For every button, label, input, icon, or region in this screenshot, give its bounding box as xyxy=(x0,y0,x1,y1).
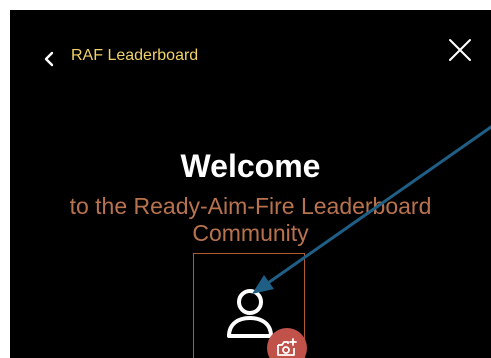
close-button[interactable] xyxy=(447,37,473,63)
welcome-panel: RAF Leaderboard Welcome to the Ready-Aim… xyxy=(10,10,491,358)
welcome-subtitle: to the Ready-Aim-Fire Leaderboard Commun… xyxy=(69,193,432,246)
header-title: RAF Leaderboard xyxy=(71,47,199,64)
screen: RAF Leaderboard Welcome to the Ready-Aim… xyxy=(0,0,491,358)
camera-plus-icon xyxy=(277,338,297,356)
close-icon xyxy=(449,39,471,61)
back-button[interactable] xyxy=(38,48,60,70)
chevron-left-icon xyxy=(44,51,54,67)
user-icon xyxy=(224,286,276,342)
welcome-title: Welcome xyxy=(180,148,321,184)
